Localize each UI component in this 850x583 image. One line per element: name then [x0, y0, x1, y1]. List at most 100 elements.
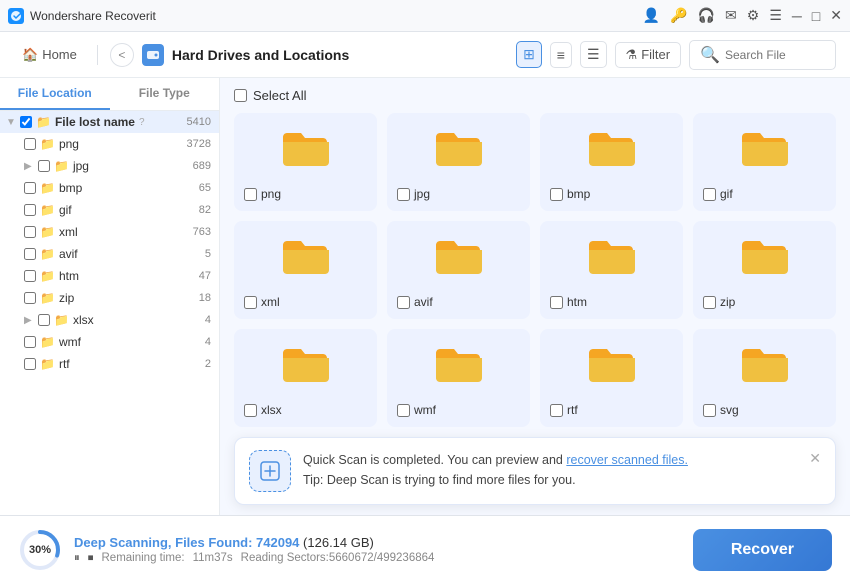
sidebar-count-gif: 82 — [199, 204, 211, 216]
recover-scanned-link[interactable]: recover scanned files. — [566, 453, 688, 467]
sidebar-item-xlsx[interactable]: ▶ 📁 xlsx 4 — [0, 309, 219, 331]
grid-item-zip[interactable]: zip — [693, 221, 836, 319]
sidebar-count-png: 3728 — [187, 138, 211, 150]
sidebar-checkbox-rtf[interactable] — [24, 358, 36, 370]
grid-item-rtf[interactable]: rtf — [540, 329, 683, 427]
footer-sub: ⏸ ⏹ Remaining time: 11m37s Reading Secto… — [74, 552, 681, 565]
search-input[interactable] — [725, 48, 825, 62]
view-compact-button[interactable]: ☰ — [580, 41, 607, 68]
grid-label-xml: xml — [261, 295, 280, 309]
folder-icon-svg — [703, 343, 826, 395]
sidebar-count-avif: 5 — [205, 248, 211, 260]
sidebar-item-xml[interactable]: 📁 xml 763 — [0, 221, 219, 243]
sidebar-checkbox-file-lost-name[interactable] — [20, 116, 32, 128]
recover-button[interactable]: Recover — [693, 529, 832, 571]
breadcrumb-text: Hard Drives and Locations — [172, 47, 349, 63]
sidebar-item-htm[interactable]: 📁 htm 47 — [0, 265, 219, 287]
sidebar-checkbox-wmf[interactable] — [24, 336, 36, 348]
grid-checkbox-png[interactable] — [244, 188, 257, 201]
close-icon[interactable]: ✕ — [830, 7, 842, 24]
folder-icon-xml — [244, 235, 367, 287]
grid-item-png[interactable]: png — [234, 113, 377, 211]
minimize-icon[interactable]: ─ — [792, 8, 802, 24]
sidebar-checkbox-htm[interactable] — [24, 270, 36, 282]
grid-checkbox-avif[interactable] — [397, 296, 410, 309]
tab-file-location[interactable]: File Location — [0, 78, 110, 110]
sidebar-item-wmf[interactable]: 📁 wmf 4 — [0, 331, 219, 353]
grid-checkbox-xlsx[interactable] — [244, 404, 257, 417]
view-list-button[interactable]: ≡ — [550, 42, 572, 68]
folder-icon-xlsx — [244, 343, 367, 395]
grid-checkbox-bmp[interactable] — [550, 188, 563, 201]
remaining-time: 11m37s — [193, 552, 233, 564]
folder-icon-avif: 📁 — [40, 247, 55, 261]
sidebar-item-gif[interactable]: 📁 gif 82 — [0, 199, 219, 221]
sidebar-checkbox-xlsx[interactable] — [38, 314, 50, 326]
grid-checkbox-svg[interactable] — [703, 404, 716, 417]
grid-item-gif[interactable]: gif — [693, 113, 836, 211]
menu-icon[interactable]: ☰ — [769, 7, 782, 24]
sidebar-checkbox-jpg[interactable] — [38, 160, 50, 172]
sidebar-item-png[interactable]: 📁 png 3728 — [0, 133, 219, 155]
sidebar-label-jpg: jpg — [73, 159, 89, 173]
sidebar-item-rtf[interactable]: 📁 rtf 2 — [0, 353, 219, 375]
titlebar-icons: 👤 🔑 🎧 ✉ ⚙ ☰ ─ □ ✕ — [643, 7, 842, 24]
select-all-checkbox[interactable] — [234, 89, 247, 102]
sidebar-checkbox-gif[interactable] — [24, 204, 36, 216]
home-button[interactable]: 🏠 Home — [14, 43, 85, 67]
sidebar-checkbox-zip[interactable] — [24, 292, 36, 304]
filter-button[interactable]: ⚗ Filter — [615, 42, 682, 68]
grid-item-label-wmf: wmf — [397, 403, 436, 417]
grid-label-gif: gif — [720, 187, 733, 201]
scan-label: Deep Scanning, Files Found: — [74, 535, 252, 550]
folder-icon-jpg — [397, 127, 520, 179]
folder-icon-png: 📁 — [40, 137, 55, 151]
grid-item-bmp[interactable]: bmp — [540, 113, 683, 211]
grid-label-wmf: wmf — [414, 403, 436, 417]
key-icon[interactable]: 🔑 — [670, 7, 687, 24]
sidebar-checkbox-xml[interactable] — [24, 226, 36, 238]
sidebar-item-zip[interactable]: 📁 zip 18 — [0, 287, 219, 309]
grid-item-wmf[interactable]: wmf — [387, 329, 530, 427]
folder-icon-jpg: 📁 — [54, 159, 69, 173]
sidebar-item-avif[interactable]: 📁 avif 5 — [0, 243, 219, 265]
grid-item-htm[interactable]: htm — [540, 221, 683, 319]
sidebar-checkbox-png[interactable] — [24, 138, 36, 150]
sidebar-checkbox-bmp[interactable] — [24, 182, 36, 194]
sidebar-item-bmp[interactable]: 📁 bmp 65 — [0, 177, 219, 199]
grid-checkbox-rtf[interactable] — [550, 404, 563, 417]
headset-icon[interactable]: 🎧 — [698, 7, 715, 24]
tab-file-type[interactable]: File Type — [110, 78, 220, 110]
grid-item-xml[interactable]: xml — [234, 221, 377, 319]
mail-icon[interactable]: ✉ — [725, 7, 737, 24]
back-button[interactable]: < — [110, 43, 134, 67]
grid-checkbox-gif[interactable] — [703, 188, 716, 201]
grid-item-avif[interactable]: avif — [387, 221, 530, 319]
sidebar-item-file-lost-name[interactable]: ▼ 📁 File lost name ? 5410 — [0, 111, 219, 133]
grid-checkbox-xml[interactable] — [244, 296, 257, 309]
grid-checkbox-htm[interactable] — [550, 296, 563, 309]
grid-item-jpg[interactable]: jpg — [387, 113, 530, 211]
stop-button[interactable]: ⏹ — [88, 552, 94, 565]
grid-checkbox-zip[interactable] — [703, 296, 716, 309]
grid-checkbox-wmf[interactable] — [397, 404, 410, 417]
select-all-label: Select All — [253, 88, 306, 103]
view-grid-button[interactable]: ⊞ — [516, 41, 542, 68]
notification-close-button[interactable]: ✕ — [809, 450, 821, 467]
maximize-icon[interactable]: □ — [812, 8, 820, 24]
sidebar-checkbox-avif[interactable] — [24, 248, 36, 260]
grid-checkbox-jpg[interactable] — [397, 188, 410, 201]
header: 🏠 Home < Hard Drives and Locations ⊞ ≡ ☰… — [0, 32, 850, 78]
folder-icon-rtf: 📁 — [40, 357, 55, 371]
person-icon[interactable]: 👤 — [643, 7, 660, 24]
grid-label-svg: svg — [720, 403, 739, 417]
pause-button[interactable]: ⏸ — [74, 552, 80, 565]
grid-label-jpg: jpg — [414, 187, 430, 201]
settings-icon[interactable]: ⚙ — [747, 7, 760, 24]
file-size: (126.14 GB) — [303, 535, 374, 550]
filter-icon: ⚗ — [626, 47, 638, 63]
folder-icon-xlsx: 📁 — [54, 313, 69, 327]
sidebar-item-jpg[interactable]: ▶ 📁 jpg 689 — [0, 155, 219, 177]
grid-item-xlsx[interactable]: xlsx — [234, 329, 377, 427]
grid-item-svg[interactable]: svg — [693, 329, 836, 427]
